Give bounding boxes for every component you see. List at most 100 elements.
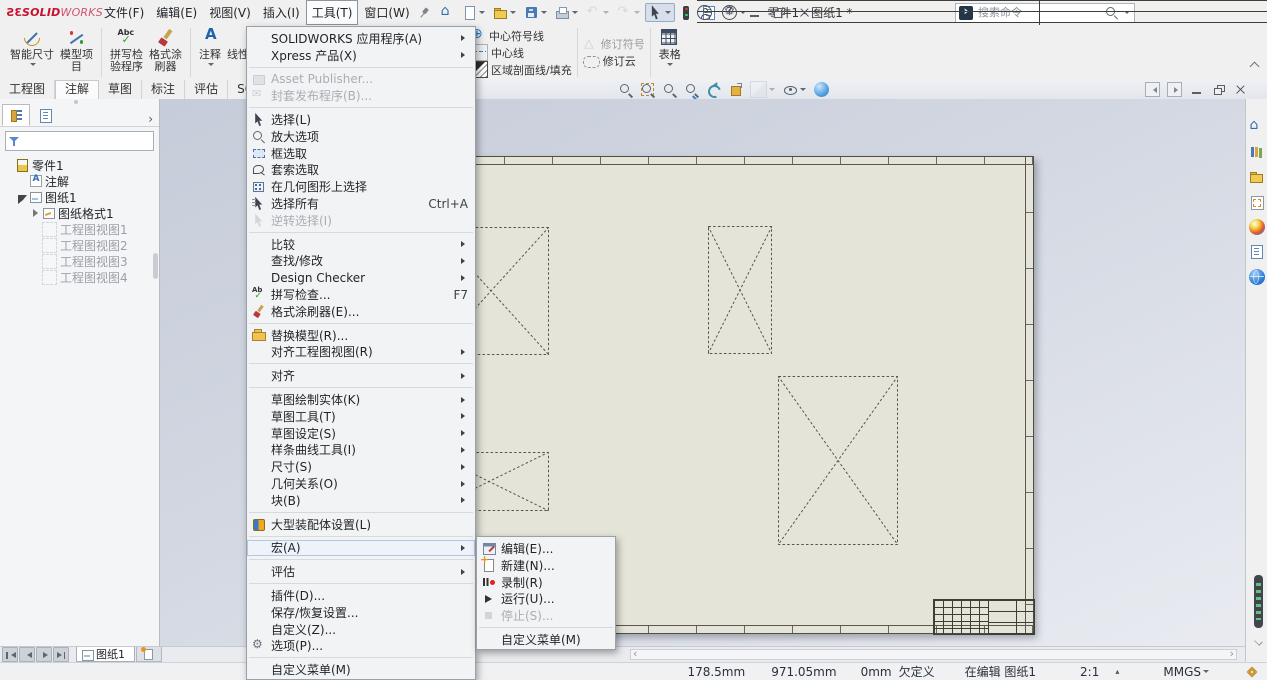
ribbon-button[interactable]: 注释 — [196, 25, 224, 80]
scroll-down-chevron[interactable] — [1254, 638, 1264, 646]
forum-icon[interactable] — [1249, 269, 1265, 285]
units-dropdown-caret[interactable] — [1203, 670, 1209, 676]
tools-menu-item[interactable]: 套索选取 — [247, 162, 475, 179]
restore-icon[interactable] — [772, 5, 787, 20]
dropdown-caret[interactable] — [603, 11, 609, 17]
help-icon[interactable] — [722, 5, 737, 20]
vertical-scrollbar-thumb[interactable] — [1254, 575, 1263, 628]
tools-menu-item[interactable]: 对齐工程图视图(R) — [247, 344, 475, 361]
view-settings-button[interactable] — [813, 82, 830, 97]
tools-menu-item[interactable]: 比较 — [247, 236, 475, 253]
display-style-button[interactable] — [749, 81, 777, 98]
sheet-nav-next-button[interactable] — [36, 647, 52, 662]
ribbon-button[interactable]: 拼写检 验程序 — [107, 25, 146, 80]
menubar-item[interactable]: 文件(F) — [98, 0, 150, 25]
drawing-view-placeholder[interactable] — [778, 376, 898, 545]
macro-menu-item[interactable]: 自定义菜单(M) — [477, 631, 615, 648]
tools-menu-item[interactable]: 自定义(Z)... — [247, 621, 475, 638]
design-library-icon[interactable] — [1249, 144, 1265, 160]
sheet-nav-prev-button[interactable] — [19, 647, 35, 662]
print-button[interactable] — [552, 3, 582, 22]
dropdown-caret[interactable] — [30, 63, 36, 69]
panel-expand-icon[interactable]: › — [148, 112, 157, 126]
ribbon-tab[interactable]: 工程图 — [0, 80, 55, 99]
drawing-view-placeholder[interactable] — [708, 226, 772, 354]
menubar-item[interactable]: 编辑(E) — [150, 0, 203, 25]
resources-home-icon[interactable] — [1249, 119, 1265, 135]
tools-menu-item[interactable]: 选项(P)... — [247, 638, 475, 655]
tools-menu-item[interactable]: 块(B) — [247, 492, 475, 509]
minimize-icon[interactable] — [747, 5, 762, 20]
zoom-fit-button[interactable] — [617, 82, 634, 97]
tools-menu-item[interactable]: 放大选项 — [247, 128, 475, 145]
tree-expander-icon[interactable] — [18, 193, 26, 201]
macro-menu-item[interactable]: 录制(R) — [477, 574, 615, 591]
save-button[interactable] — [521, 3, 551, 22]
custom-properties-icon[interactable] — [1249, 244, 1265, 260]
tab-property-manager[interactable] — [31, 104, 59, 126]
macro-menu-item[interactable]: 运行(U)... — [477, 590, 615, 607]
new-doc-button[interactable] — [459, 3, 489, 22]
ribbon-small-button[interactable]: 中心符号线 — [471, 28, 572, 44]
tools-menu-item[interactable]: 样条曲线工具(I) — [247, 442, 475, 459]
dropdown-caret[interactable] — [800, 88, 806, 94]
tree-item[interactable]: 工程图视图4 — [0, 269, 159, 285]
tools-menu-item[interactable]: 选择(L) — [247, 111, 475, 128]
pin-menubar-icon[interactable] — [413, 2, 434, 23]
dropdown-caret[interactable] — [667, 63, 673, 69]
ribbon-button[interactable]: 智能尺寸 — [7, 25, 57, 80]
ribbon-collapse-icon[interactable] — [1250, 60, 1259, 69]
tools-menu-item[interactable]: 尺寸(S) — [247, 458, 475, 475]
menubar-item[interactable]: 窗口(W) — [358, 0, 415, 25]
window-minimize-icon[interactable] — [1189, 82, 1204, 97]
dropdown-caret[interactable] — [479, 11, 485, 17]
macro-menu-item[interactable]: 编辑(E)... — [477, 540, 615, 557]
sheet-nav-last-button[interactable] — [53, 647, 69, 662]
sheet-tab[interactable]: 图纸1 — [76, 647, 135, 662]
panel-splitter-grip[interactable] — [153, 253, 158, 279]
tree-item[interactable]: 图纸1 — [0, 189, 159, 205]
ribbon-small-button[interactable]: 区域剖面线/填充 — [471, 62, 572, 78]
tools-menu-item[interactable]: 自定义菜单(M) — [247, 661, 475, 678]
tools-menu-item[interactable]: 替换模型(R)... — [247, 327, 475, 344]
menubar-item[interactable]: 工具(T) — [306, 0, 359, 25]
close-icon[interactable] — [797, 5, 812, 20]
tree-item[interactable]: 零件1 — [0, 157, 159, 173]
tools-menu-item[interactable]: 拼写检查...F7 — [247, 286, 475, 303]
tree-filter-input[interactable] — [23, 133, 151, 150]
ribbon-small-button[interactable]: 修订符号 — [583, 36, 645, 52]
tools-menu-item[interactable]: Xpress 产品(X) — [247, 47, 475, 64]
ribbon-small-button[interactable]: 修订云 — [583, 53, 645, 69]
macro-menu-item[interactable]: 新建(N)... — [477, 557, 615, 574]
tools-menu-item[interactable]: 保存/恢复设置... — [247, 604, 475, 621]
tree-item[interactable]: 工程图视图1 — [0, 221, 159, 237]
tools-menu-item[interactable]: 框选取 — [247, 145, 475, 162]
tools-menu-item[interactable]: 在几何图形上选择 — [247, 178, 475, 195]
window-close-icon[interactable] — [1233, 82, 1248, 97]
user-icon[interactable] — [697, 5, 712, 20]
redo-button[interactable] — [614, 3, 644, 22]
hide-show-items-button[interactable] — [782, 82, 808, 97]
tree-item[interactable]: 工程图视图3 — [0, 253, 159, 269]
undo-button[interactable] — [583, 3, 613, 22]
window-restore-icon[interactable] — [1211, 82, 1226, 97]
ribbon-tab[interactable]: 评估 — [185, 80, 228, 99]
tree-expander-icon[interactable] — [31, 209, 39, 217]
ribbon-small-button[interactable]: 中心线 — [471, 45, 572, 61]
tools-menu-item[interactable]: 评估 — [247, 563, 475, 580]
dropdown-caret[interactable] — [510, 11, 516, 17]
view-palette-icon[interactable] — [1249, 194, 1265, 210]
tools-menu-item[interactable]: 几何关系(O) — [247, 475, 475, 492]
tools-menu-item[interactable]: 对齐 — [247, 367, 475, 384]
home-button[interactable] — [437, 3, 458, 22]
tools-menu-item[interactable]: SOLIDWORKS 应用程序(A) — [247, 30, 475, 47]
tools-menu-item[interactable]: 选择所有Ctrl+A — [247, 195, 475, 212]
dropdown-caret[interactable] — [665, 11, 671, 17]
tree-item[interactable]: 图纸格式1 — [0, 205, 159, 221]
horizontal-scrollbar[interactable] — [630, 649, 1237, 660]
status-units[interactable]: MMGS — [1163, 665, 1201, 679]
dropdown-caret[interactable] — [634, 11, 640, 17]
sheet-nav-first-button[interactable] — [2, 647, 18, 662]
tree-item[interactable]: 工程图视图2 — [0, 237, 159, 253]
title-block[interactable] — [933, 599, 1035, 635]
